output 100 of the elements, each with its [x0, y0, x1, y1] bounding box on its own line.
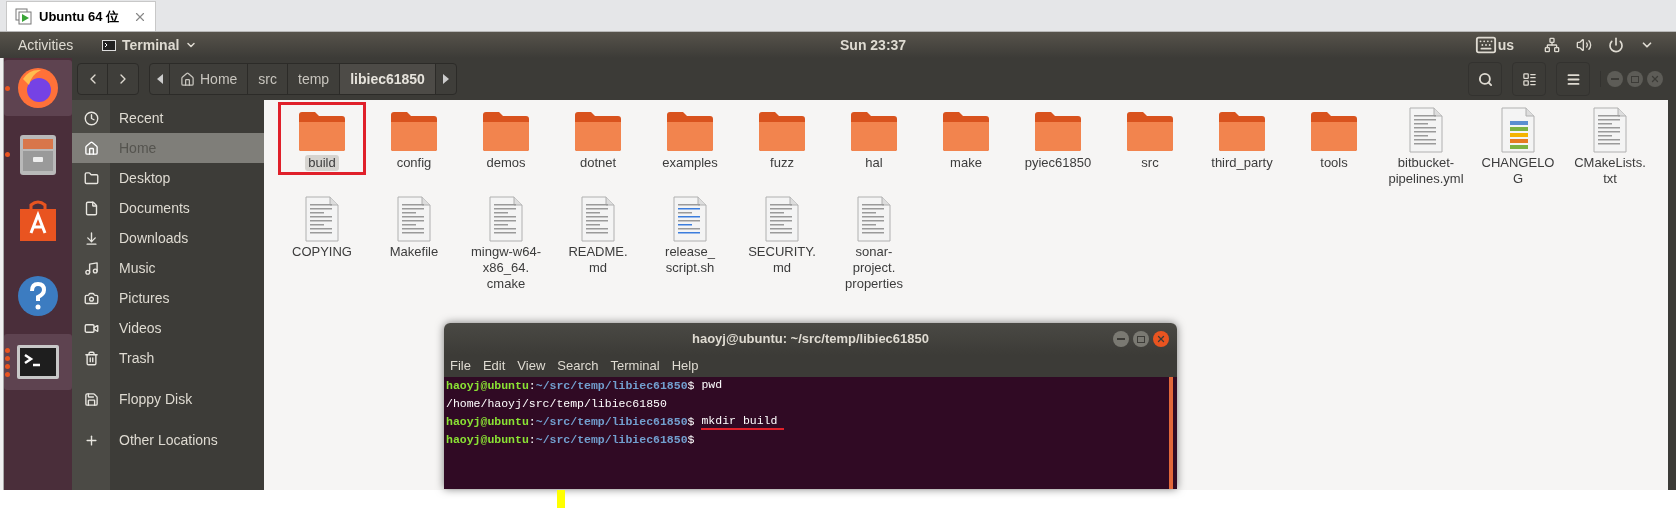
folder-item[interactable]: examples — [646, 102, 734, 175]
breadcrumb-item[interactable]: libiec61850 — [340, 64, 436, 94]
prompt-separator: : — [528, 414, 536, 430]
folder-icon — [297, 109, 347, 153]
window-title: haoyj@ubuntu: ~/src/temp/libiec61850 — [692, 330, 929, 349]
document-item[interactable]: CHANGELOG — [1474, 102, 1562, 191]
view-toggle-button[interactable] — [1512, 62, 1546, 96]
document-item[interactable]: sonar-project.properties — [830, 191, 918, 296]
menu-button[interactable] — [1556, 62, 1590, 96]
vm-play-icon — [15, 7, 33, 26]
command-text: mkdir build — [701, 413, 785, 430]
folder-item[interactable]: config — [370, 102, 458, 175]
list-view-icon — [1521, 71, 1537, 87]
minimize-button[interactable] — [1113, 331, 1129, 347]
app-menu[interactable]: Terminal — [102, 34, 198, 56]
sidebar-item[interactable]: Music — [72, 253, 264, 283]
network-icon[interactable] — [1544, 37, 1560, 53]
right-triangle-icon — [442, 74, 449, 84]
prompt-user: haoyj@ubuntu — [446, 378, 529, 394]
sidebar-item[interactable]: Recent — [72, 103, 264, 133]
menu-icon — [1565, 71, 1581, 87]
menu-item[interactable]: Edit — [482, 356, 506, 376]
trash-icon — [83, 350, 99, 366]
folder-icon — [941, 109, 991, 153]
menu-item[interactable]: File — [450, 356, 471, 376]
prompt-user: haoyj@ubuntu — [446, 432, 529, 448]
dock-item[interactable] — [4, 334, 72, 390]
clock[interactable]: Sun 23:37 — [840, 34, 907, 56]
document-item[interactable]: mingw-w64-x86_64.cmake — [462, 191, 550, 296]
vm-tab[interactable]: Ubuntu 64 位 — [6, 1, 156, 31]
vm-tab-title: Ubuntu 64 位 — [39, 7, 120, 26]
prompt-path: ~/src/temp/libiec61850 — [535, 378, 688, 394]
sidebar-item[interactable]: Videos — [72, 313, 264, 343]
sidebar-item[interactable]: Pictures — [72, 283, 264, 313]
text-document-icon — [488, 196, 524, 242]
left-triangle-icon — [156, 74, 163, 84]
menu-item[interactable]: Help — [671, 356, 699, 376]
folder-icon — [1309, 109, 1359, 153]
menu-item[interactable]: View — [517, 356, 546, 376]
folder-item[interactable]: fuzz — [738, 102, 826, 175]
sidebar-item[interactable]: Downloads — [72, 223, 264, 253]
maximize-button[interactable] — [1133, 331, 1149, 347]
text-document-icon — [580, 196, 616, 242]
prompt-symbol: $ — [687, 432, 695, 448]
sidebar-item[interactable]: Other Locations — [72, 425, 264, 455]
help-icon — [15, 273, 61, 319]
document-item[interactable]: bitbucket-pipelines.yml — [1382, 102, 1470, 191]
search-button[interactable] — [1468, 62, 1502, 96]
text-document-icon — [764, 196, 800, 242]
text-document-icon — [1408, 107, 1444, 153]
folder-icon — [1125, 109, 1175, 153]
folder-item[interactable]: pyiec61850 — [1014, 102, 1102, 175]
highlight-frame[interactable]: build — [278, 102, 366, 175]
prompt-user: haoyj@ubuntu — [446, 414, 529, 430]
command-text: pwd — [701, 377, 723, 393]
volume-icon[interactable] — [1576, 37, 1592, 53]
sidebar-item[interactable]: Desktop — [72, 163, 264, 193]
menu-item[interactable]: Search — [557, 356, 599, 376]
activities-button[interactable]: Activities — [18, 34, 102, 56]
prompt-separator: : — [528, 378, 536, 394]
text-document-icon — [856, 196, 892, 242]
sidebar-item[interactable]: Floppy Disk — [72, 384, 264, 414]
document-item[interactable]: COPYING — [278, 191, 366, 264]
document-item[interactable]: Makefile — [370, 191, 458, 264]
power-icon[interactable] — [1608, 37, 1624, 53]
terminal-icon — [102, 39, 116, 51]
folder-item[interactable]: third_party — [1198, 102, 1286, 175]
folder-icon — [1033, 109, 1083, 153]
folder-item[interactable]: hal — [830, 102, 918, 175]
folder-item[interactable]: make — [922, 102, 1010, 175]
keyboard-icon — [1474, 34, 1497, 56]
prompt-symbol: $ — [687, 414, 695, 430]
sidebar-item[interactable]: Documents — [72, 193, 264, 223]
prompt-path: ~/src/temp/libiec61850 — [535, 432, 688, 448]
document-item[interactable]: SECURITY.md — [738, 191, 826, 280]
menu-item[interactable]: Terminal — [610, 356, 660, 376]
document-item[interactable]: CMakeLists.txt — [1566, 102, 1654, 191]
folder-item[interactable]: dotnet — [554, 102, 642, 175]
folder-item[interactable]: demos — [462, 102, 550, 175]
folder-icon — [849, 109, 899, 153]
home-icon — [180, 71, 195, 87]
breadcrumb-item[interactable]: Home — [170, 64, 249, 94]
document-item[interactable]: release_script.sh — [646, 191, 734, 280]
document-item[interactable]: README.md — [554, 191, 642, 280]
sidebar-item[interactable]: Trash — [72, 343, 264, 373]
folder-item[interactable]: src — [1106, 102, 1194, 175]
keyboard-layout-indicator[interactable]: us — [1474, 34, 1514, 56]
marker — [557, 490, 565, 508]
folder-item[interactable]: tools — [1290, 102, 1378, 175]
text-document-icon — [672, 196, 708, 242]
plus-icon — [83, 432, 99, 448]
breadcrumb-item[interactable]: src — [248, 64, 289, 94]
close-button[interactable] — [1153, 331, 1169, 347]
folder-icon — [481, 109, 531, 153]
prompt-path: ~/src/temp/libiec61850 — [535, 414, 688, 430]
folder-icon — [83, 170, 99, 186]
prompt-separator: : — [528, 432, 536, 448]
folder-icon — [1217, 109, 1267, 153]
text-document-icon — [396, 196, 432, 242]
folder-icon — [665, 109, 715, 153]
